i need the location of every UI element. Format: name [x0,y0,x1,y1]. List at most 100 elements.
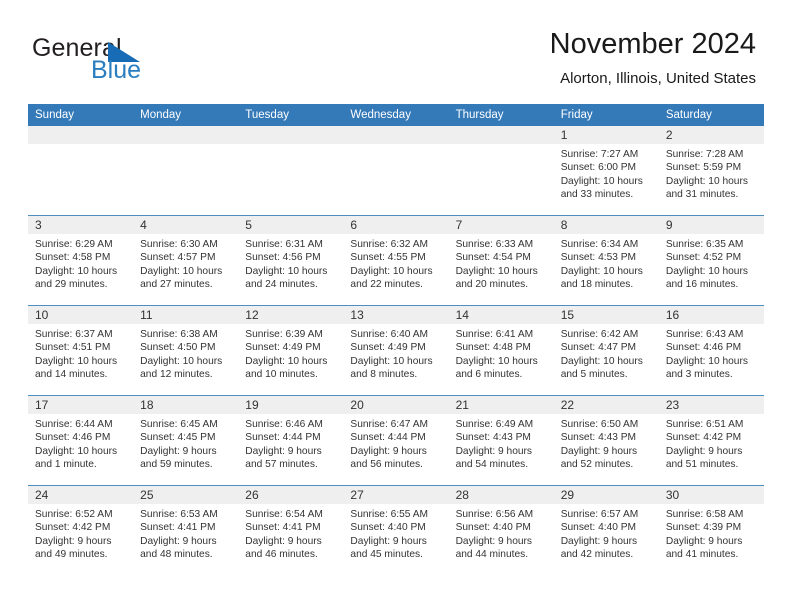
day-number: 13 [350,308,364,322]
day-number-band: 9 [658,216,764,234]
calendar-day-cell[interactable]: 15 Sunrise: 6:42 AM Sunset: 4:47 PM Dayl… [553,305,659,396]
day-details: Sunrise: 6:40 AM Sunset: 4:49 PM Dayligh… [343,324,448,382]
day-number-band: 8 [553,216,659,234]
calendar-day-cell[interactable]: 23 Sunrise: 6:51 AM Sunset: 4:42 PM Dayl… [658,395,764,486]
calendar-day-cell[interactable]: 6 Sunrise: 6:32 AM Sunset: 4:55 PM Dayli… [343,215,449,306]
day-number: 3 [35,218,42,232]
daylight-text-line1: Daylight: 9 hours [350,445,427,457]
day-number-band: 1 [553,126,659,144]
day-number-band [343,126,449,144]
day-number-band: 27 [343,486,449,504]
calendar-day-cell[interactable]: 2 Sunrise: 7:28 AM Sunset: 5:59 PM Dayli… [658,126,764,216]
day-number: 24 [35,488,49,502]
calendar-day-cell[interactable] [133,126,239,216]
calendar-day-cell[interactable]: 18 Sunrise: 6:45 AM Sunset: 4:45 PM Dayl… [133,395,239,486]
calendar-day-cell[interactable]: 11 Sunrise: 6:38 AM Sunset: 4:50 PM Dayl… [133,305,239,396]
calendar-week-row: 24 Sunrise: 6:52 AM Sunset: 4:42 PM Dayl… [28,485,764,575]
sunset-text: Sunset: 4:56 PM [245,252,321,264]
calendar-day-cell[interactable] [28,126,134,216]
sunset-text: Sunset: 4:57 PM [140,252,216,264]
day-number: 11 [140,308,153,322]
daylight-text-line1: Daylight: 10 hours [665,175,748,187]
weekday-header-thursday: Thursday [448,104,554,126]
calendar-day-cell[interactable]: 28 Sunrise: 6:56 AM Sunset: 4:40 PM Dayl… [448,485,554,575]
daylight-text-line2: and 42 minutes. [560,549,634,561]
calendar-day-cell[interactable]: 16 Sunrise: 6:43 AM Sunset: 4:46 PM Dayl… [658,305,764,396]
day-number-band: 4 [133,216,239,234]
day-number-band: 22 [553,396,659,414]
calendar-day-cell[interactable]: 1 Sunrise: 7:27 AM Sunset: 6:00 PM Dayli… [553,126,659,216]
sunrise-text: Sunrise: 6:57 AM [560,509,639,520]
daylight-text-line1: Daylight: 9 hours [350,535,427,547]
daylight-text-line2: and 10 minutes. [245,369,318,381]
general-blue-logo[interactable]: General Blue [32,34,212,84]
calendar-day-cell[interactable]: 4 Sunrise: 6:30 AM Sunset: 4:57 PM Dayli… [133,215,239,306]
calendar-day-cell[interactable]: 9 Sunrise: 6:35 AM Sunset: 4:52 PM Dayli… [658,215,764,306]
page-subtitle: Alorton, Illinois, United States [560,70,756,87]
sunset-text: Sunset: 4:44 PM [245,432,321,444]
calendar-day-cell[interactable]: 27 Sunrise: 6:55 AM Sunset: 4:40 PM Dayl… [343,485,449,575]
calendar-day-cell[interactable] [448,126,554,216]
sunset-text: Sunset: 4:42 PM [665,432,742,444]
page-header: General Blue November 2024 Alorton, Illi… [0,0,792,104]
sunset-text: Sunset: 4:49 PM [245,342,321,354]
sunrise-text: Sunrise: 6:52 AM [35,509,113,520]
day-number-band: 23 [658,396,764,414]
day-number [343,126,448,128]
calendar-day-cell[interactable]: 14 Sunrise: 6:41 AM Sunset: 4:48 PM Dayl… [448,305,554,396]
calendar-day-cell[interactable]: 10 Sunrise: 6:37 AM Sunset: 4:51 PM Dayl… [28,305,134,396]
sunrise-text: Sunrise: 6:47 AM [350,419,429,430]
day-number: 14 [455,308,469,322]
day-number [28,126,133,128]
calendar-day-cell[interactable]: 21 Sunrise: 6:49 AM Sunset: 4:43 PM Dayl… [448,395,554,486]
calendar-day-cell[interactable]: 13 Sunrise: 6:40 AM Sunset: 4:49 PM Dayl… [343,305,449,396]
sunrise-text: Sunrise: 6:31 AM [245,239,323,250]
day-number-band: 10 [28,306,134,324]
calendar-day-cell[interactable]: 24 Sunrise: 6:52 AM Sunset: 4:42 PM Dayl… [28,485,134,575]
sunrise-text: Sunrise: 6:55 AM [350,509,429,520]
daylight-text-line1: Daylight: 9 hours [140,445,217,457]
day-number-band: 25 [133,486,239,504]
calendar-day-cell[interactable]: 19 Sunrise: 6:46 AM Sunset: 4:44 PM Dayl… [238,395,344,486]
day-details: Sunrise: 6:53 AM Sunset: 4:41 PM Dayligh… [133,504,238,562]
calendar-day-cell[interactable]: 29 Sunrise: 6:57 AM Sunset: 4:40 PM Dayl… [553,485,659,575]
calendar-day-cell[interactable]: 20 Sunrise: 6:47 AM Sunset: 4:44 PM Dayl… [343,395,449,486]
day-number-band: 29 [553,486,659,504]
daylight-text-line1: Daylight: 9 hours [560,445,638,457]
sunset-text: Sunset: 4:47 PM [560,342,637,354]
day-details: Sunrise: 6:44 AM Sunset: 4:46 PM Dayligh… [28,414,133,472]
daylight-text-line1: Daylight: 9 hours [665,535,743,547]
calendar-week-row: 1 Sunrise: 7:27 AM Sunset: 6:00 PM Dayli… [28,126,764,216]
calendar-day-cell[interactable] [238,126,344,216]
day-details: Sunrise: 6:45 AM Sunset: 4:45 PM Dayligh… [133,414,238,472]
calendar-day-cell[interactable]: 30 Sunrise: 6:58 AM Sunset: 4:39 PM Dayl… [658,485,764,575]
day-number-band [133,126,239,144]
day-number-band [28,126,134,144]
daylight-text-line1: Daylight: 10 hours [560,355,643,367]
calendar-day-cell[interactable] [343,126,449,216]
calendar-day-cell[interactable]: 17 Sunrise: 6:44 AM Sunset: 4:46 PM Dayl… [28,395,134,486]
daylight-text-line1: Daylight: 9 hours [665,445,743,457]
sunrise-text: Sunrise: 6:29 AM [35,239,113,250]
calendar-day-cell[interactable]: 5 Sunrise: 6:31 AM Sunset: 4:56 PM Dayli… [238,215,344,306]
day-details: Sunrise: 6:43 AM Sunset: 4:46 PM Dayligh… [659,324,764,382]
day-number: 29 [560,488,575,502]
day-details: Sunrise: 6:34 AM Sunset: 4:53 PM Dayligh… [554,234,659,292]
sunset-text: Sunset: 4:48 PM [455,342,531,354]
sunrise-sunset-calendar: Sunday Monday Tuesday Wednesday Thursday… [28,104,764,575]
weekday-header-monday: Monday [133,104,239,126]
calendar-day-cell[interactable]: 12 Sunrise: 6:39 AM Sunset: 4:49 PM Dayl… [238,305,344,396]
calendar-week-row: 3 Sunrise: 6:29 AM Sunset: 4:58 PM Dayli… [28,215,764,306]
calendar-day-cell[interactable]: 25 Sunrise: 6:53 AM Sunset: 4:41 PM Dayl… [133,485,239,575]
daylight-text-line2: and 52 minutes. [560,459,634,471]
calendar-day-cell[interactable]: 26 Sunrise: 6:54 AM Sunset: 4:41 PM Dayl… [238,485,344,575]
sunset-text: Sunset: 4:55 PM [350,252,426,264]
daylight-text-line1: Daylight: 10 hours [35,265,118,277]
calendar-day-cell[interactable]: 8 Sunrise: 6:34 AM Sunset: 4:53 PM Dayli… [553,215,659,306]
daylight-text-line1: Daylight: 10 hours [665,265,748,277]
calendar-day-cell[interactable]: 22 Sunrise: 6:50 AM Sunset: 4:43 PM Dayl… [553,395,659,486]
calendar-day-cell[interactable]: 3 Sunrise: 6:29 AM Sunset: 4:58 PM Dayli… [28,215,134,306]
daylight-text-line2: and 12 minutes. [140,369,213,381]
calendar-day-cell[interactable]: 7 Sunrise: 6:33 AM Sunset: 4:54 PM Dayli… [448,215,554,306]
daylight-text-line1: Daylight: 9 hours [35,535,112,547]
